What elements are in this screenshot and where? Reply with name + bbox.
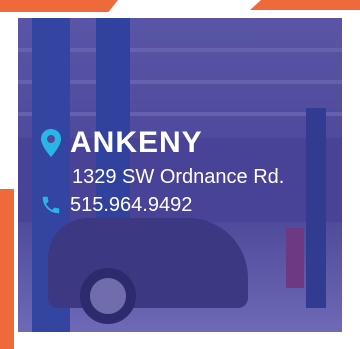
- location-info: ANKENY 1329 SW Ordnance Rd. 515.964.9492: [40, 126, 284, 218]
- location-card[interactable]: ANKENY 1329 SW Ordnance Rd. 515.964.9492: [18, 18, 342, 332]
- map-pin-icon: [41, 129, 61, 157]
- phone-icon: [42, 196, 60, 214]
- accent-corner-top-right: [250, 0, 360, 10]
- location-address: 1329 SW Ordnance Rd.: [72, 166, 285, 188]
- accent-corner-top-left: [0, 0, 118, 12]
- phone-link[interactable]: 515.964.9492: [70, 192, 192, 218]
- location-city: ANKENY: [70, 126, 203, 159]
- accent-corner-bottom-left: [0, 189, 14, 349]
